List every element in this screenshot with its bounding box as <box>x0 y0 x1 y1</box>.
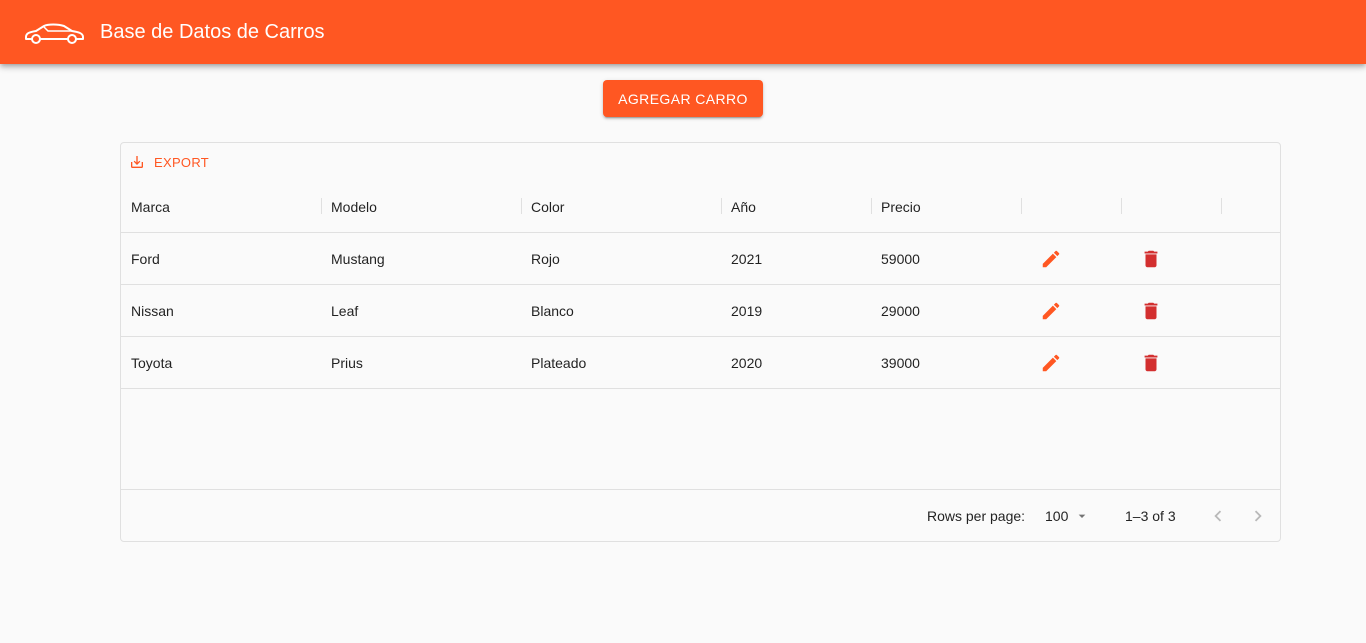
table-header: Marca Modelo Color Año Precio <box>121 181 1280 233</box>
column-header-marca[interactable]: Marca <box>121 181 321 232</box>
delete-button[interactable] <box>1139 351 1163 375</box>
cell-color: Plateado <box>531 354 587 371</box>
rows-per-page-label: Rows per page: <box>927 508 1026 524</box>
edit-button[interactable] <box>1039 299 1063 323</box>
cell-modelo: Leaf <box>331 302 359 319</box>
previous-page-button[interactable] <box>1206 504 1230 528</box>
app-bar: Base de Datos de Carros <box>0 0 1366 64</box>
cell-precio: 59000 <box>881 250 920 267</box>
delete-button[interactable] <box>1139 299 1163 323</box>
cell-modelo: Mustang <box>331 250 385 267</box>
column-separator[interactable] <box>1021 198 1022 214</box>
table-row[interactable]: Ford Mustang Rojo 2021 59000 <box>121 233 1280 285</box>
cell-modelo: Prius <box>331 354 363 371</box>
cell-anio: 2019 <box>731 302 763 319</box>
car-icon <box>25 23 84 44</box>
cell-precio: 39000 <box>881 354 920 371</box>
export-button[interactable]: EXPORT <box>129 151 209 173</box>
pencil-icon <box>1042 354 1060 372</box>
column-separator[interactable] <box>1221 198 1222 214</box>
download-icon <box>131 156 143 168</box>
rows-per-page-select[interactable]: 100 <box>1045 508 1090 524</box>
trash-icon <box>1144 302 1158 320</box>
caret-down-icon <box>1079 514 1086 518</box>
edit-button[interactable] <box>1039 351 1063 375</box>
column-header-anio[interactable]: Año <box>721 181 871 232</box>
column-separator[interactable] <box>1121 198 1122 214</box>
cell-anio: 2020 <box>731 354 763 371</box>
cars-data-grid: EXPORT Marca Modelo Color Año Precio For… <box>120 142 1281 542</box>
table-row[interactable]: Nissan Leaf Blanco 2019 29000 <box>121 285 1280 337</box>
cell-marca: Nissan <box>131 302 174 319</box>
trash-icon <box>1144 354 1158 372</box>
trash-icon <box>1144 250 1158 268</box>
cell-color: Blanco <box>531 302 574 319</box>
cell-color: Rojo <box>531 250 560 267</box>
pencil-icon <box>1042 250 1060 268</box>
table-footer: Rows per page: 100 1–3 of 3 <box>121 489 1280 542</box>
chevron-left-icon <box>1214 510 1222 522</box>
column-header-color[interactable]: Color <box>521 181 721 232</box>
cell-precio: 29000 <box>881 302 920 319</box>
export-label: EXPORT <box>154 154 210 170</box>
delete-button[interactable] <box>1139 247 1163 271</box>
pagination-range: 1–3 of 3 <box>1125 508 1176 524</box>
app-title: Base de Datos de Carros <box>100 21 325 43</box>
column-header-modelo[interactable]: Modelo <box>321 181 521 232</box>
cell-marca: Toyota <box>131 354 173 371</box>
next-page-button[interactable] <box>1246 504 1270 528</box>
edit-button[interactable] <box>1039 247 1063 271</box>
add-car-button[interactable]: Agregar carro <box>603 80 763 117</box>
cell-marca: Ford <box>131 250 160 267</box>
column-header-precio[interactable]: Precio <box>871 181 1021 232</box>
rows-per-page-value: 100 <box>1045 508 1069 524</box>
chevron-right-icon <box>1254 510 1262 522</box>
cell-anio: 2021 <box>731 250 763 267</box>
pencil-icon <box>1042 302 1060 320</box>
table-row[interactable]: Toyota Prius Plateado 2020 39000 <box>121 337 1280 389</box>
